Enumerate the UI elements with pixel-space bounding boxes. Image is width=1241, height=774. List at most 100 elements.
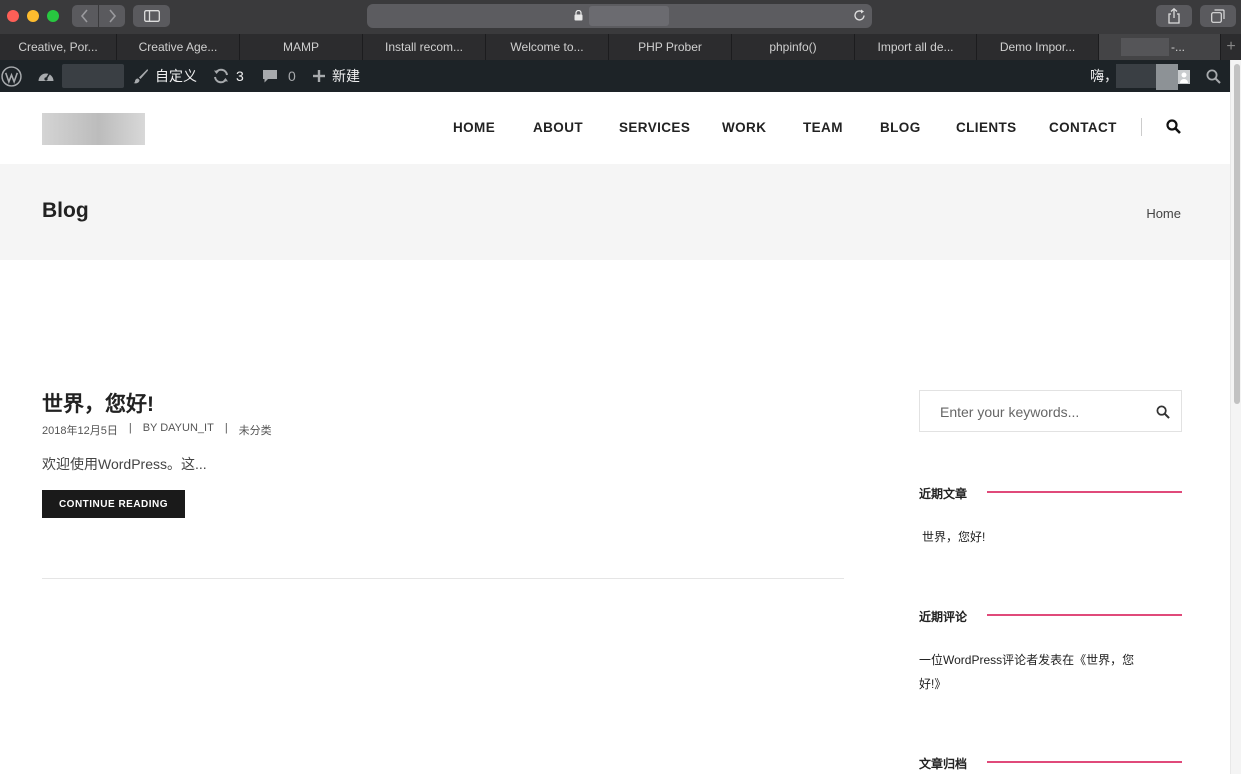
post-category[interactable]: 未分类 bbox=[239, 422, 272, 438]
share-icon bbox=[1168, 8, 1180, 24]
tab-label: Demo Impor... bbox=[999, 40, 1076, 54]
tab-label: PHP Prober bbox=[638, 40, 702, 54]
tabs-overview-icon bbox=[1211, 9, 1225, 23]
scrollbar-thumb[interactable] bbox=[1234, 64, 1240, 404]
tab-label: Install recom... bbox=[384, 40, 464, 54]
post-excerpt: 欢迎使用WordPress。这... bbox=[42, 456, 207, 472]
page-header-band bbox=[0, 164, 1230, 260]
recent-comment-line[interactable]: 好!》 bbox=[919, 675, 946, 692]
dashboard-icon bbox=[38, 73, 54, 81]
search-icon bbox=[1206, 69, 1221, 84]
widget-title-recent-comments: 近期评论 bbox=[919, 610, 968, 624]
site-name-redacted[interactable] bbox=[62, 64, 124, 88]
tab-label: Creative Age... bbox=[138, 40, 218, 54]
wp-logo-menu[interactable] bbox=[1, 60, 22, 92]
updates-icon bbox=[214, 68, 228, 84]
browser-tab[interactable]: phpinfo() bbox=[732, 34, 855, 60]
username-redacted[interactable] bbox=[1116, 64, 1156, 88]
tab-label: Welcome to... bbox=[510, 40, 584, 54]
comment-bubble-icon bbox=[263, 70, 277, 83]
meta-separator: | bbox=[128, 422, 132, 434]
wordpress-logo-icon bbox=[1, 65, 22, 87]
browser-tab[interactable]: PHP Prober bbox=[609, 34, 732, 60]
wp-admin-bar: 自定义 3 0 新建 嗨， bbox=[0, 60, 1230, 92]
post-author[interactable]: BY DAYUN_IT bbox=[143, 422, 214, 438]
widget-title-recent-posts: 近期文章 bbox=[919, 487, 968, 501]
nav-item-about[interactable]: ABOUT bbox=[533, 120, 583, 135]
post-meta: 2018年12月5日 | BY DAYUN_IT | 未分类 bbox=[42, 422, 272, 438]
minimize-window-button[interactable] bbox=[27, 10, 39, 22]
updates-menu[interactable]: 3 bbox=[212, 60, 244, 92]
avatar[interactable] bbox=[1156, 64, 1190, 90]
breadcrumb-home[interactable]: Home bbox=[1146, 206, 1181, 221]
tab-title-redacted bbox=[1121, 38, 1169, 56]
back-button[interactable] bbox=[72, 5, 98, 27]
zoom-window-button[interactable] bbox=[47, 10, 59, 22]
comments-menu[interactable]: 0 bbox=[262, 60, 296, 92]
dashboard-menu[interactable] bbox=[37, 60, 55, 92]
nav-divider bbox=[1141, 118, 1142, 136]
nav-item-services[interactable]: SERVICES bbox=[619, 120, 690, 135]
greeting-text: 嗨， bbox=[1090, 68, 1118, 84]
browser-tab[interactable]: Welcome to... bbox=[486, 34, 609, 60]
browser-tab[interactable]: Creative, Por... bbox=[0, 34, 117, 60]
continue-reading-button[interactable]: CONTINUE READING bbox=[42, 490, 185, 518]
page-scrollbar[interactable] bbox=[1230, 60, 1241, 774]
recent-comment-line[interactable]: 一位WordPress评论者发表在《世界，您 bbox=[919, 651, 1134, 668]
nav-item-contact[interactable]: CONTACT bbox=[1049, 120, 1117, 135]
search-icon[interactable] bbox=[1166, 119, 1181, 134]
browser-tab[interactable]: Install recom... bbox=[363, 34, 486, 60]
tab-label: -... bbox=[1171, 40, 1185, 54]
nav-item-clients[interactable]: CLIENTS bbox=[956, 120, 1017, 135]
recent-post-link[interactable]: 世界，您好! bbox=[922, 528, 985, 545]
browser-titlebar bbox=[0, 0, 1241, 34]
widget-title-accent-line bbox=[987, 761, 1182, 763]
sidebar-search bbox=[919, 390, 1182, 432]
tab-label: MAMP bbox=[283, 40, 319, 54]
customize-menu[interactable]: 自定义 bbox=[133, 60, 197, 92]
tab-bar: Creative, Por... Creative Age... MAMP In… bbox=[0, 34, 1241, 60]
page-title: Blog bbox=[42, 199, 89, 222]
new-tab-button[interactable]: + bbox=[1221, 34, 1241, 60]
paintbrush-icon bbox=[133, 69, 148, 84]
post-divider bbox=[42, 578, 844, 579]
post-title[interactable]: 世界，您好! bbox=[42, 388, 154, 418]
browser-tab[interactable]: Creative Age... bbox=[117, 34, 240, 60]
widget-title-accent-line bbox=[987, 491, 1182, 493]
nav-item-blog[interactable]: BLOG bbox=[880, 120, 921, 135]
tab-label: Creative, Por... bbox=[18, 40, 98, 54]
lock-icon bbox=[574, 10, 583, 21]
post-date[interactable]: 2018年12月5日 bbox=[42, 422, 118, 438]
reload-icon[interactable] bbox=[853, 9, 866, 22]
browser-tab[interactable]: Import all de... bbox=[855, 34, 977, 60]
new-label: 新建 bbox=[332, 68, 360, 84]
tab-label: Import all de... bbox=[877, 40, 954, 54]
sidebar-icon bbox=[143, 10, 160, 22]
plus-icon bbox=[313, 70, 325, 82]
admin-search[interactable] bbox=[1206, 60, 1221, 92]
tab-label: phpinfo() bbox=[769, 40, 817, 54]
browser-tab-active[interactable]: -... bbox=[1099, 34, 1221, 60]
sidebar-toggle-button[interactable] bbox=[133, 5, 170, 27]
show-tabs-button[interactable] bbox=[1200, 5, 1236, 27]
widget-title-accent-line bbox=[987, 614, 1182, 616]
nav-item-home[interactable]: HOME bbox=[453, 120, 495, 135]
close-window-button[interactable] bbox=[7, 10, 19, 22]
my-account-greeting[interactable]: 嗨， bbox=[1090, 60, 1118, 92]
browser-tab[interactable]: Demo Impor... bbox=[977, 34, 1099, 60]
site-logo[interactable] bbox=[42, 113, 145, 145]
url-text-redacted bbox=[589, 6, 669, 26]
share-button[interactable] bbox=[1156, 5, 1192, 27]
meta-separator: | bbox=[224, 422, 228, 434]
updates-count: 3 bbox=[236, 68, 244, 84]
nav-item-team[interactable]: TEAM bbox=[803, 120, 843, 135]
comments-count: 0 bbox=[288, 68, 296, 84]
address-bar[interactable] bbox=[367, 4, 872, 28]
search-input[interactable] bbox=[940, 401, 1140, 423]
forward-button[interactable] bbox=[99, 5, 125, 27]
new-content-menu[interactable]: 新建 bbox=[312, 60, 360, 92]
browser-tab[interactable]: MAMP bbox=[240, 34, 363, 60]
nav-item-work[interactable]: WORK bbox=[722, 120, 766, 135]
chevron-right-icon bbox=[109, 9, 117, 23]
search-icon[interactable] bbox=[1156, 405, 1170, 419]
